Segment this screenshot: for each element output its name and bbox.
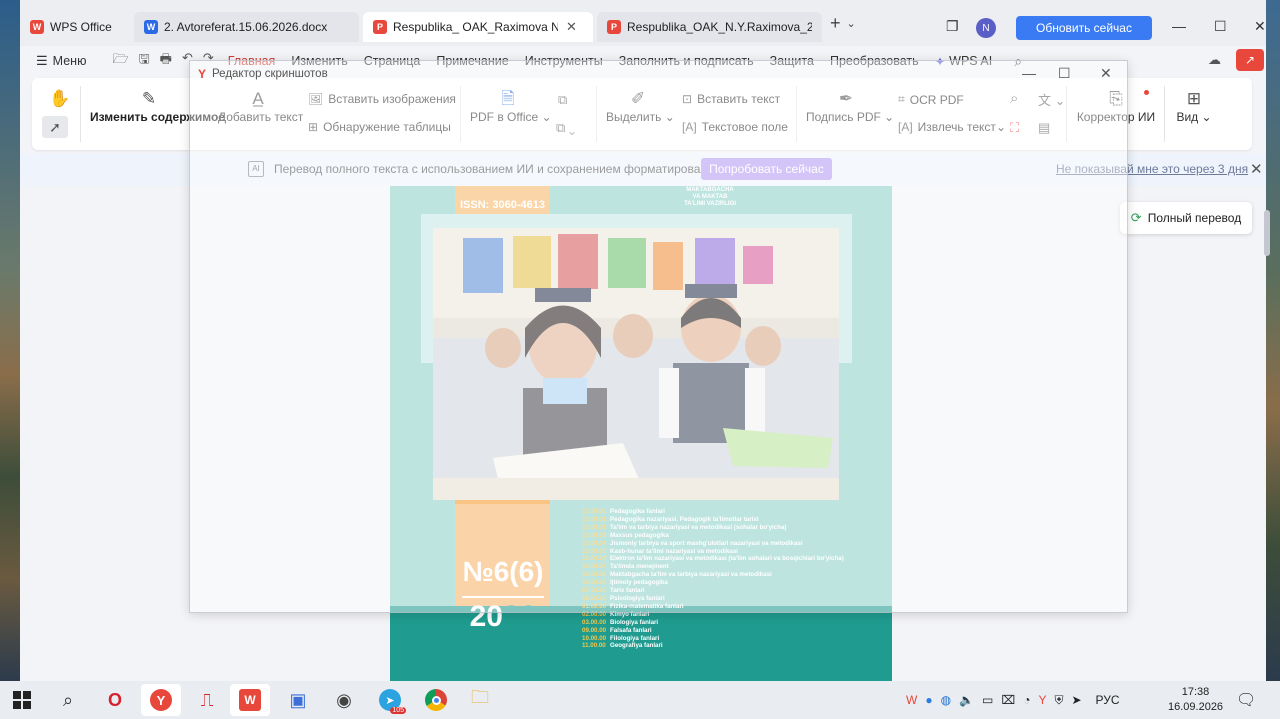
overlay-close-icon[interactable]: ✕ — [1100, 65, 1112, 82]
close-notification-icon[interactable]: ✕ — [1250, 160, 1263, 178]
chrome-icon[interactable] — [416, 684, 456, 716]
tab-restore-icon[interactable]: ❐ — [946, 18, 959, 35]
windows-taskbar: ⌕ O Y ⎍ W ▣ ◉ ➤ 105 🗀 W ● ◍ 🔈 ▭ ⌧ ◔ Y ⛨ … — [0, 681, 1280, 719]
hamburger-icon: ☰ — [36, 53, 48, 68]
word-doc-icon: W — [144, 20, 158, 34]
tab-label: Respublika_OAK_N.Y.Raximova_2026 — [627, 20, 812, 34]
assistant-app-icon[interactable]: ◉ — [324, 684, 364, 716]
hand-icon: ✋ — [49, 89, 71, 108]
view-button[interactable]: ⊞ Вид ⌄ — [1172, 88, 1216, 124]
tab-label: 2. Avtoreferat.15.06.2026.docx — [164, 20, 328, 34]
yandex-browser-icon[interactable]: Y — [141, 684, 181, 716]
yandex-logo-icon: Y — [198, 67, 207, 81]
full-translate-button[interactable]: ⟳ Полный перевод — [1120, 202, 1252, 234]
desktop-wallpaper-left — [0, 0, 20, 681]
specialty-code: 03.00.00 — [582, 618, 607, 626]
acrobat-reader-icon[interactable]: ⎍ — [187, 684, 227, 716]
open-folder-icon[interactable]: 🗁 — [112, 50, 128, 72]
desktop-wallpaper-right — [1266, 0, 1280, 681]
overlay-minimize-icon[interactable]: — — [1022, 65, 1036, 81]
specialty-row: 10.00.00 Filologiya fanlari — [582, 635, 882, 643]
cloud-sync-icon[interactable]: ☁ — [1208, 52, 1221, 68]
minimize-icon[interactable]: — — [1172, 18, 1186, 34]
telegram-unread-badge: 105 — [390, 707, 406, 714]
system-clock[interactable]: 17:38 16.09.2026 — [1168, 685, 1223, 715]
specialty-row: 03.00.00 Biologiya fanlari — [582, 619, 882, 627]
wps-pdf-window: W WPS Office W 2. Avtoreferat.15.06.2026… — [20, 0, 1270, 681]
menu-button[interactable]: ☰ Меню — [36, 53, 86, 69]
specialty-name: Filologiya fanlari — [610, 634, 660, 642]
notification-dot — [1144, 90, 1149, 95]
specialty-name: Geografiya fanlari — [610, 642, 663, 650]
telegram-icon[interactable]: ➤ 105 — [370, 684, 410, 716]
close-window-icon[interactable]: ✕ — [1254, 18, 1266, 35]
wifi-icon[interactable]: ◔ — [1023, 693, 1030, 707]
specialty-code: 10.00.00 — [582, 634, 607, 642]
specialty-name: Biologiya fanlari — [610, 618, 659, 626]
new-tab-plus-icon[interactable]: + — [830, 13, 841, 34]
sync-tray-icon[interactable]: ◍ — [941, 693, 951, 707]
avatar[interactable]: N — [976, 18, 996, 38]
start-windows-icon[interactable] — [2, 684, 42, 716]
specialty-row: 11.00.00 Geografiya fanlari — [582, 642, 882, 650]
specialty-code: 11.00.00 — [582, 642, 606, 650]
update-now-button[interactable]: Обновить сейчас — [1016, 16, 1152, 40]
cursor-arrow-icon: ➚ — [49, 119, 61, 135]
view-grid-icon: ⊞ — [1186, 89, 1202, 108]
opera-browser-icon[interactable]: O — [95, 684, 135, 716]
wps-tray-icon[interactable]: W — [906, 693, 917, 707]
print-icon[interactable]: 🖶 — [160, 50, 172, 72]
specialty-code: 09.00.00 — [582, 626, 607, 634]
overlay-maximize-icon[interactable]: ☐ — [1058, 65, 1071, 82]
usb-icon[interactable]: ⌧ — [1001, 693, 1015, 707]
file-explorer-icon[interactable]: 🗀 — [460, 684, 500, 716]
pdf-doc-icon: P — [373, 20, 387, 34]
screenshot-editor-titlebar: Y Редактор скриншотов — [198, 67, 328, 81]
specialty-row: 09.00.00 Falsafa fanlari — [582, 627, 882, 635]
search-taskbar-icon[interactable]: ⌕ — [48, 684, 88, 716]
vertical-scrollbar[interactable] — [1264, 210, 1270, 256]
screenshot-editor-window[interactable]: Y Редактор скриншотов — ☐ ✕ — [189, 60, 1128, 613]
tab-wps-office[interactable]: W WPS Office — [20, 12, 130, 42]
document-app-icon[interactable]: ▣ — [278, 684, 318, 716]
tab-list-chevron-icon[interactable]: ⌄ — [847, 17, 856, 30]
close-tab-icon[interactable]: ✕ — [566, 19, 577, 35]
cloud-tray-icon[interactable]: ● — [925, 693, 932, 707]
screenshot-editor-title: Редактор скриншотов — [212, 68, 328, 80]
system-tray: W ● ◍ 🔈 ▭ ⌧ ◔ Y ⛨ ➤ РУС — [906, 681, 1120, 719]
notifications-icon[interactable]: 🗨 — [1236, 690, 1256, 710]
pdf-doc-icon: P — [607, 20, 621, 34]
tab-docx[interactable]: W 2. Avtoreferat.15.06.2026.docx — [134, 12, 359, 42]
save-icon[interactable]: 🖫 — [139, 50, 150, 72]
hand-tool[interactable]: ✋ — [48, 88, 72, 110]
speaker-icon[interactable]: 🔈 — [959, 693, 974, 707]
tab-pdf-active[interactable]: P Respublika_ OAK_Raximova Nuq ✕ — [363, 12, 593, 42]
security-shield-icon[interactable]: ⛨ — [1054, 693, 1063, 708]
translate-ai-icon: ⟳ — [1130, 210, 1142, 225]
menu-label: Меню — [52, 54, 87, 68]
select-tool[interactable]: ➚ — [42, 116, 68, 138]
share-icon[interactable]: ↗ — [1236, 49, 1264, 71]
language-indicator[interactable]: РУС — [1096, 693, 1120, 707]
wps-office-taskbar-icon[interactable]: W — [230, 684, 270, 716]
wps-logo-icon: W — [30, 20, 44, 34]
yandex-tray-icon[interactable]: Y — [1038, 693, 1046, 707]
specialty-name: Falsafa fanlari — [610, 626, 652, 634]
tab-label: WPS Office — [50, 20, 112, 34]
tab-pdf-2[interactable]: P Respublika_OAK_N.Y.Raximova_2026 — [597, 12, 822, 42]
tab-label: Respublika_ OAK_Raximova Nuq — [393, 20, 558, 34]
battery-icon[interactable]: ▭ — [982, 693, 993, 707]
maximize-icon[interactable]: ☐ — [1214, 18, 1227, 35]
telegram-tray-icon[interactable]: ➤ — [1071, 693, 1081, 707]
